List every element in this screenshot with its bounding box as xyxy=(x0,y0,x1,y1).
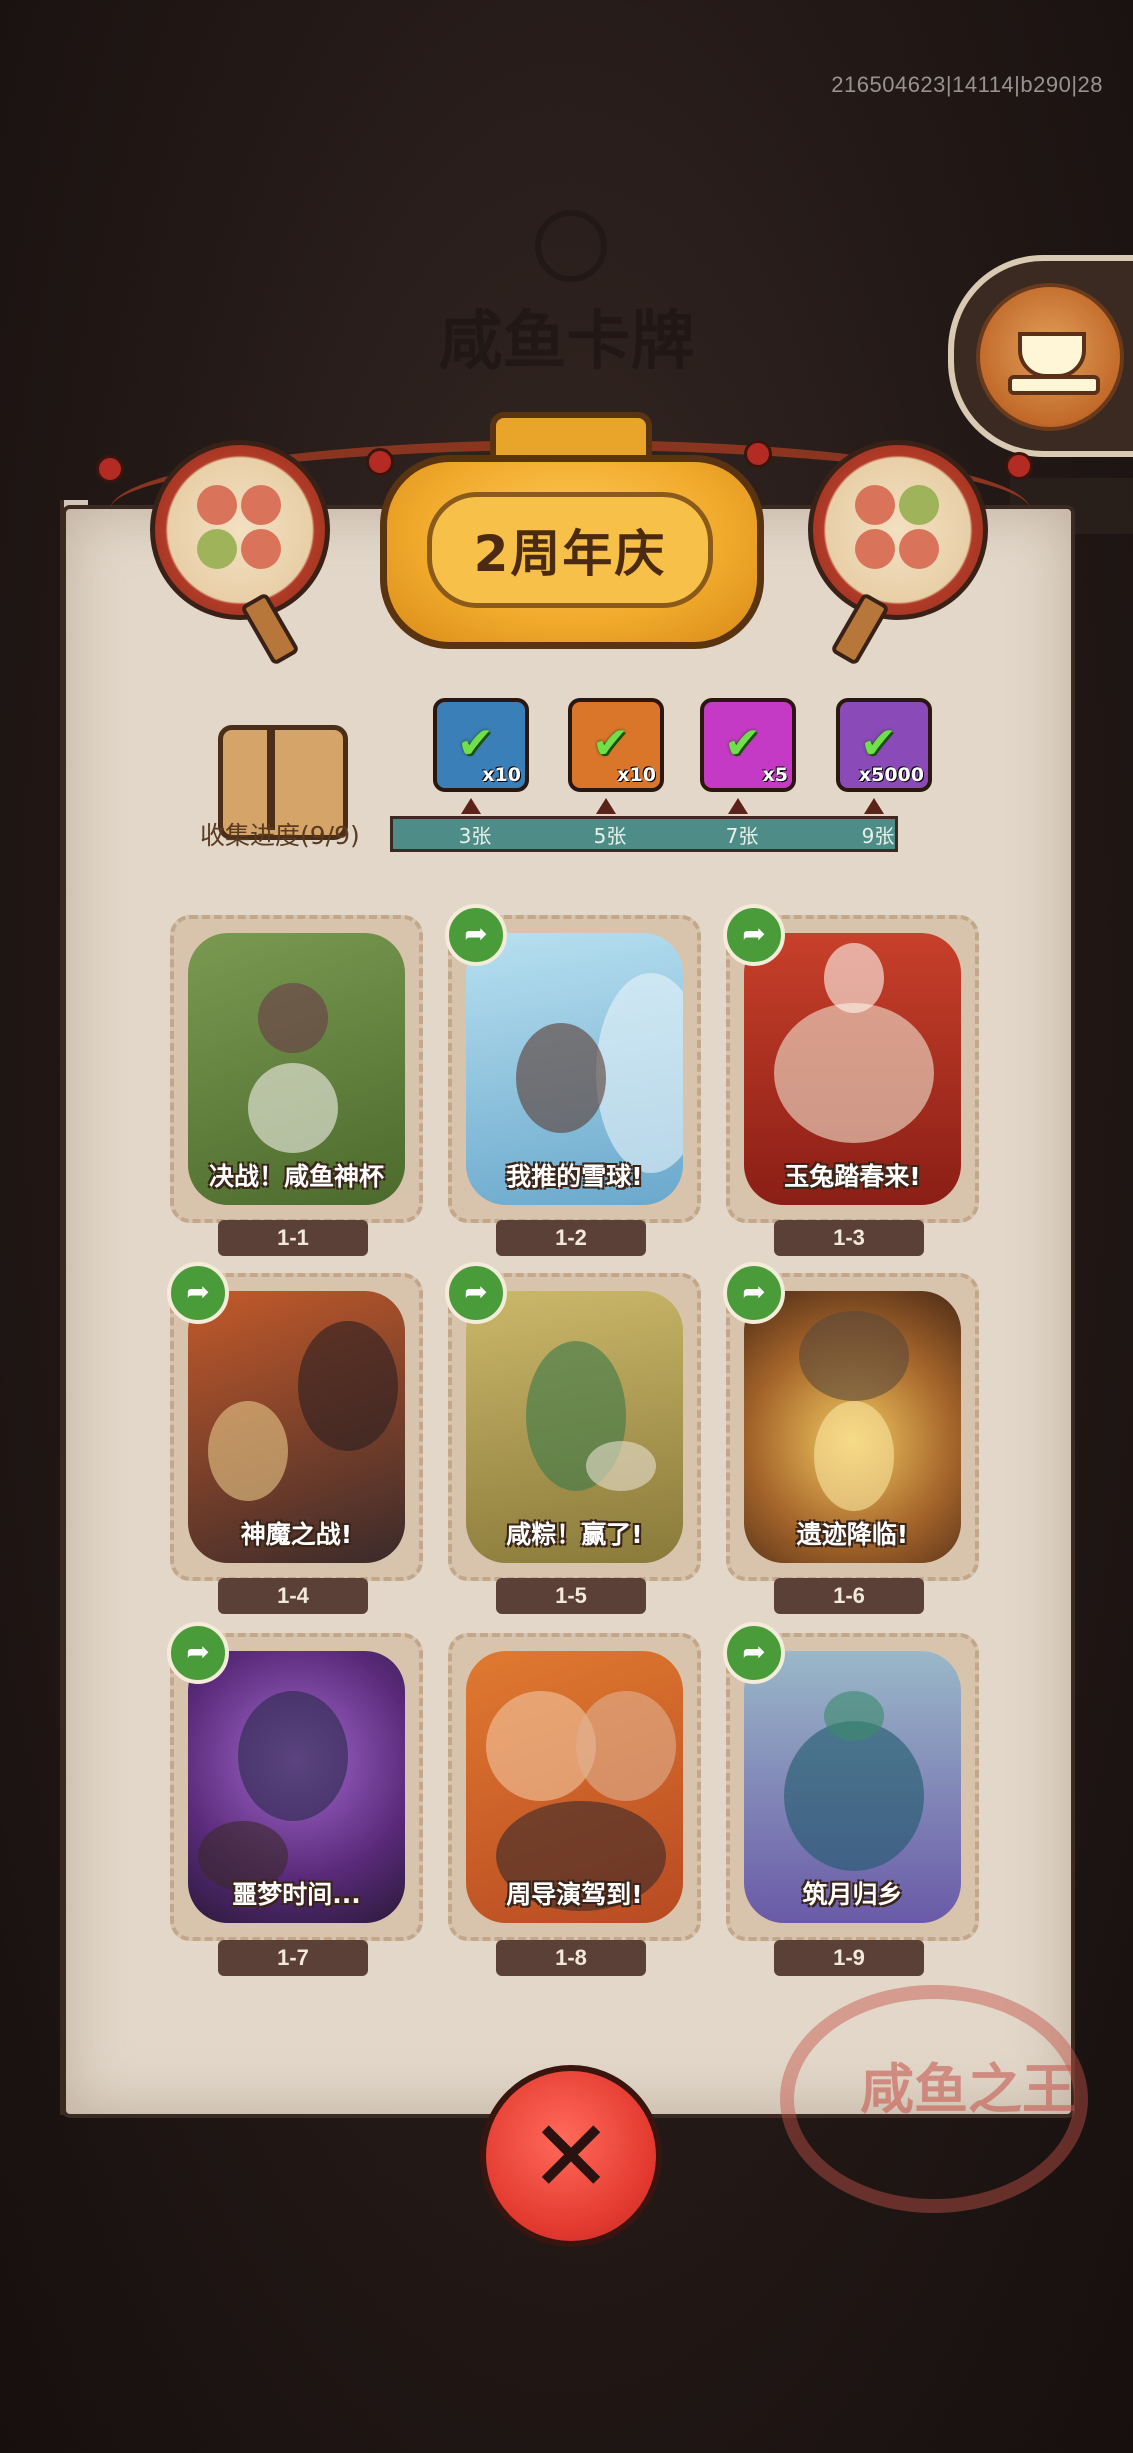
event-plaque: 2周年庆 xyxy=(380,455,764,649)
drum-left-icon xyxy=(150,440,330,620)
close-button[interactable]: ✕ xyxy=(480,2065,662,2247)
debug-id-text: 216504623|14114|b290|28 xyxy=(831,72,1103,97)
card-title: 遗迹降临! xyxy=(796,1520,909,1549)
card-id: 1-7 xyxy=(218,1940,368,1976)
reward-quantity: x10 xyxy=(482,764,521,786)
card-art: 咸粽！赢了! xyxy=(466,1291,683,1563)
card-id: 1-1 xyxy=(218,1220,368,1256)
card-title: 决战！咸鱼神杯 xyxy=(208,1162,384,1191)
reward-quantity: x5 xyxy=(762,764,788,786)
card-art: 噩梦时间... xyxy=(188,1651,405,1923)
bead-icon xyxy=(366,448,394,476)
card-1-1[interactable]: 决战！咸鱼神杯 xyxy=(170,915,423,1223)
event-title: 2周年庆 xyxy=(473,525,667,583)
bead-icon xyxy=(96,455,124,483)
milestone-label: 7张 xyxy=(725,824,759,848)
milestone-reward-2[interactable]: ✔ x10 xyxy=(568,698,664,792)
check-icon: ✔ xyxy=(457,718,494,769)
card-id: 1-2 xyxy=(496,1220,646,1256)
reward-quantity: x10 xyxy=(617,764,656,786)
share-button[interactable]: ➦ xyxy=(445,904,507,966)
milestone-label: 3张 xyxy=(458,824,492,848)
card-1-8[interactable]: 周导演驾到! xyxy=(448,1633,701,1941)
card-title: 我推的雪球! xyxy=(506,1162,643,1191)
card-id: 1-9 xyxy=(774,1940,924,1976)
card-title: 玉兔踏春来! xyxy=(784,1162,921,1191)
card-title: 周导演驾到! xyxy=(506,1880,643,1909)
milestone-marker xyxy=(728,798,748,814)
close-icon: ✕ xyxy=(529,2097,613,2215)
share-button[interactable]: ➦ xyxy=(723,904,785,966)
card-art: 玉兔踏春来! xyxy=(744,933,961,1205)
milestone-reward-3[interactable]: ✔ x5 xyxy=(700,698,796,792)
stamp-text: 咸鱼之王 xyxy=(860,2058,1076,2121)
share-button[interactable]: ➦ xyxy=(723,1262,785,1324)
card-art: 我推的雪球! xyxy=(466,933,683,1205)
check-icon: ✔ xyxy=(860,718,897,769)
card-id: 1-4 xyxy=(218,1578,368,1614)
card-title: 神魔之战! xyxy=(240,1520,353,1549)
bead-icon xyxy=(1005,452,1033,480)
milestone-marker xyxy=(864,798,884,814)
card-art: 神魔之战! xyxy=(188,1291,405,1563)
card-title: 噩梦时间... xyxy=(232,1880,361,1909)
share-button[interactable]: ➦ xyxy=(723,1622,785,1684)
milestone-reward-4[interactable]: ✔ x5000 xyxy=(836,698,932,792)
share-button[interactable]: ➦ xyxy=(445,1262,507,1324)
card-id: 1-5 xyxy=(496,1578,646,1614)
card-id: 1-3 xyxy=(774,1220,924,1256)
card-art: 周导演驾到! xyxy=(466,1651,683,1923)
card-id: 1-8 xyxy=(496,1940,646,1976)
card-title: 筑月归乡 xyxy=(802,1880,903,1909)
reward-quantity: x5000 xyxy=(858,764,924,786)
share-button[interactable]: ➦ xyxy=(167,1262,229,1324)
tea-side-button[interactable] xyxy=(948,255,1133,457)
card-id: 1-6 xyxy=(774,1578,924,1614)
card-art: 决战！咸鱼神杯 xyxy=(188,933,405,1205)
milestone-reward-1[interactable]: ✔ x10 xyxy=(433,698,529,792)
card-art: 筑月归乡 xyxy=(744,1651,961,1923)
card-art: 遗迹降临! xyxy=(744,1291,961,1563)
fish-logo-icon xyxy=(535,210,607,282)
milestone-marker xyxy=(596,798,616,814)
collection-progress-label: 收集进度(9/9) xyxy=(200,821,360,850)
card-title: 咸粽！赢了! xyxy=(506,1520,643,1549)
check-icon: ✔ xyxy=(592,718,629,769)
share-button[interactable]: ➦ xyxy=(167,1622,229,1684)
tea-cup-icon xyxy=(976,283,1124,431)
drum-right-icon xyxy=(808,440,988,620)
milestone-label: 9张 xyxy=(861,824,895,848)
check-icon: ✔ xyxy=(724,718,761,769)
milestone-label: 5张 xyxy=(593,824,627,848)
milestone-marker xyxy=(461,798,481,814)
bead-icon xyxy=(744,440,772,468)
